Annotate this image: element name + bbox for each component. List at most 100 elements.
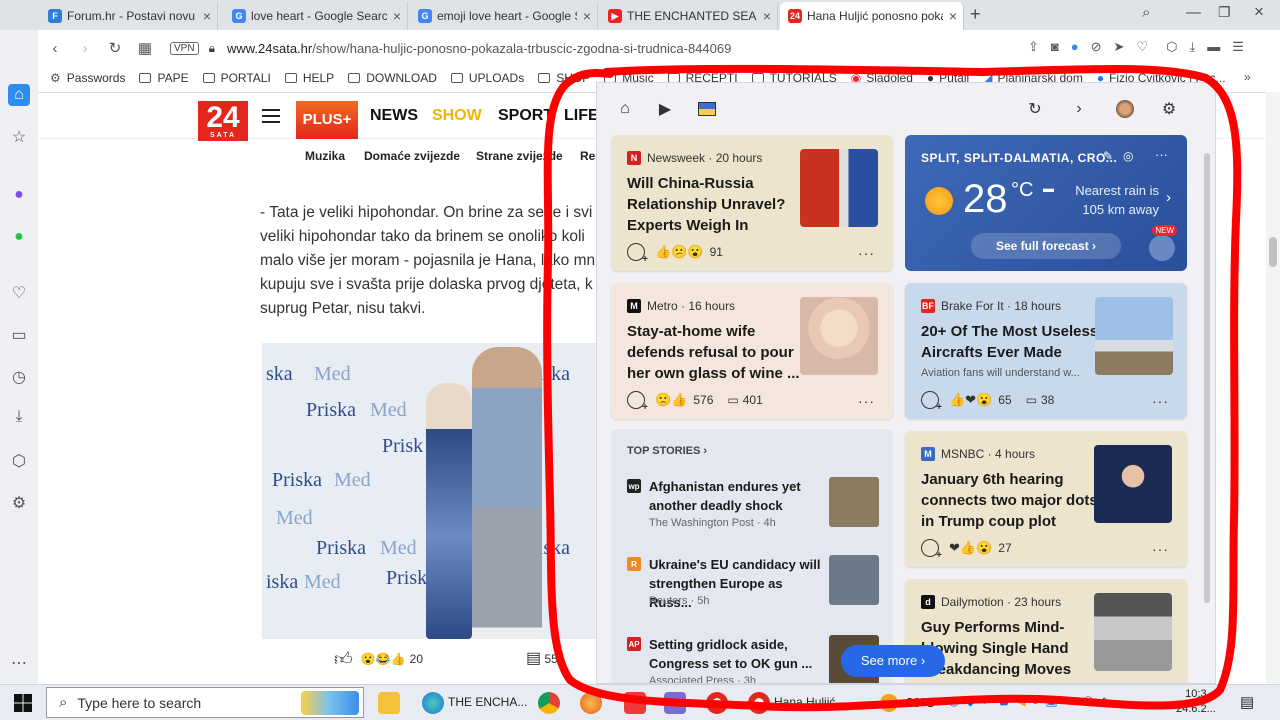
see-full-forecast-button[interactable]: See full forecast › bbox=[971, 233, 1121, 259]
chevron-right-icon[interactable]: › bbox=[1166, 189, 1171, 206]
clock[interactable]: 10:3 24.6.2... bbox=[1176, 687, 1216, 717]
subnav-muzika[interactable]: Muzika bbox=[305, 149, 345, 163]
bookmarks-icon[interactable]: ☆ bbox=[8, 126, 30, 148]
history-icon[interactable]: ◷ bbox=[8, 366, 30, 388]
vpn-badge[interactable]: VPN bbox=[170, 41, 199, 55]
camera-icon[interactable]: ◙ bbox=[1051, 39, 1059, 55]
tab-love-heart[interactable]: G love heart - Google Search × bbox=[224, 2, 408, 30]
tab-enchanted-sea[interactable]: ▶ THE ENCHANTED SEA (The × bbox=[600, 2, 778, 30]
taskbar-temperature[interactable]: 28°C bbox=[906, 695, 935, 710]
weather-sun-icon[interactable] bbox=[880, 694, 898, 712]
card-headline[interactable]: Stay-at-home wife defends refusal to pour… bbox=[627, 321, 800, 384]
tab-hana-huljic[interactable]: 24 Hana Huljić ponosno poka × bbox=[780, 2, 964, 30]
downloads-icon[interactable]: ⤓ bbox=[8, 406, 30, 428]
site-logo[interactable]: 24 SATA bbox=[198, 101, 248, 141]
bookmark-uploads[interactable]: UPLOADs bbox=[450, 71, 524, 85]
whatsapp-tray-icon[interactable]: ● bbox=[1032, 693, 1040, 709]
messenger-icon[interactable]: ● bbox=[8, 184, 30, 206]
search-tabs-icon[interactable]: ⌕ bbox=[1142, 4, 1150, 21]
send-icon[interactable]: ➤ bbox=[1114, 39, 1125, 55]
tray-icon[interactable]: ◉ bbox=[948, 693, 959, 709]
speed-dial-icon[interactable]: ▦ bbox=[130, 33, 160, 63]
wifi-icon[interactable]: ⌔ bbox=[1082, 693, 1094, 709]
hamburger-menu-icon[interactable] bbox=[262, 109, 280, 123]
panel-scrollbar-thumb[interactable] bbox=[1204, 153, 1210, 603]
heart-icon[interactable]: ♡ bbox=[8, 282, 30, 304]
whatsapp-icon[interactable]: ● bbox=[8, 226, 30, 248]
file-explorer-icon[interactable] bbox=[378, 692, 400, 714]
weather-card[interactable]: SPLIT, SPLIT-DALMATIA, CRO... ✎ ◎ ··· 28… bbox=[905, 135, 1187, 271]
network-tray-icon[interactable]: ▣ bbox=[1045, 693, 1057, 709]
volume-icon[interactable]: 🔉︎ bbox=[1100, 693, 1108, 709]
tabs-icon[interactable]: ▭ bbox=[8, 324, 30, 346]
dropbox-icon[interactable]: ◆ bbox=[965, 693, 975, 709]
card-headline[interactable]: Guy Performs Mind-blowing Single Hand Bre… bbox=[921, 617, 1071, 680]
news-card-msnbc[interactable]: M MSNBC · 4 hours January 6th hearing conn… bbox=[905, 431, 1187, 567]
plus-button[interactable]: PLUS+ bbox=[296, 101, 358, 139]
bookmarks-overflow-icon[interactable]: » bbox=[1244, 70, 1251, 84]
avatar[interactable] bbox=[1115, 99, 1135, 119]
back-icon[interactable]: ‹ bbox=[40, 33, 70, 63]
taskbar-search[interactable]: ⌕ Type here to search bbox=[46, 687, 364, 718]
download-icon[interactable]: ⤓ bbox=[1189, 39, 1195, 55]
bookmark-portali[interactable]: PORTALI bbox=[202, 71, 271, 85]
extensions-icon[interactable]: ⬡ bbox=[8, 450, 30, 472]
battery-icon[interactable]: ▬ bbox=[1207, 39, 1220, 55]
more-options-icon[interactable]: ··· bbox=[1155, 147, 1168, 162]
maximize-icon[interactable]: ❐ bbox=[1218, 4, 1231, 21]
add-reaction-icon[interactable] bbox=[627, 243, 648, 265]
bookmark-passwords[interactable]: ⚙ Passwords bbox=[50, 71, 125, 85]
close-icon[interactable]: × bbox=[583, 8, 591, 24]
forward-icon[interactable]: › bbox=[70, 33, 100, 63]
add-reaction-icon[interactable] bbox=[921, 539, 942, 561]
bookmark-pape[interactable]: PAPE bbox=[139, 71, 189, 85]
battery-tray-icon[interactable]: ▭ bbox=[1064, 693, 1076, 709]
opera-icon[interactable] bbox=[748, 692, 770, 714]
close-icon[interactable]: × bbox=[203, 8, 211, 24]
nav-show[interactable]: SHOW bbox=[432, 107, 482, 125]
vpn-tray-icon[interactable]: ◀ bbox=[1016, 693, 1026, 709]
close-icon[interactable]: × bbox=[763, 8, 771, 24]
news-card-metro[interactable]: M Metro · 16 hours Stay-at-home wife defen… bbox=[611, 283, 893, 419]
home-icon[interactable]: ⌂ bbox=[8, 84, 30, 106]
url-field[interactable]: www.24sata.hr/show/hana-huljic-ponosno-p… bbox=[227, 41, 731, 56]
more-icon[interactable]: ⋯ bbox=[8, 652, 30, 674]
card-thumbnail[interactable] bbox=[800, 297, 878, 375]
tab-emoji-love-heart[interactable]: G emoji love heart - Google S × bbox=[410, 2, 598, 30]
chevron-right-icon[interactable]: › bbox=[1069, 99, 1089, 119]
bookmark-shop[interactable]: SHOP bbox=[538, 71, 590, 85]
nav-life[interactable]: LIFE bbox=[564, 107, 599, 125]
refresh-icon[interactable]: ↻ bbox=[1025, 99, 1045, 119]
home-icon[interactable]: ⌂ bbox=[615, 99, 635, 119]
like-icon[interactable]: 👍︎ bbox=[334, 648, 353, 670]
adblock-icon[interactable]: ⊘ bbox=[1091, 39, 1102, 55]
bookmark-help[interactable]: HELP bbox=[284, 71, 334, 85]
reactions-bar[interactable]: 👍︎ 😮😂👍 20 bbox=[334, 648, 423, 670]
ukraine-flag-icon[interactable] bbox=[697, 99, 717, 119]
news-card-dailymotion[interactable]: d Dailymotion · 23 hours Guy Performs Min… bbox=[905, 579, 1187, 683]
notifications-icon[interactable]: ▤ bbox=[1240, 693, 1254, 711]
card-thumbnail[interactable] bbox=[1094, 593, 1172, 671]
comments-counter[interactable]: ▤ 55 bbox=[526, 648, 558, 668]
app-icon[interactable] bbox=[664, 692, 686, 714]
weather-mascot-icon[interactable] bbox=[1149, 235, 1175, 261]
panel-scrollbar[interactable] bbox=[1202, 143, 1212, 679]
more-options-icon[interactable]: ··· bbox=[858, 393, 875, 409]
card-headline[interactable]: Will China-Russia Relationship Unravel? Ex… bbox=[627, 173, 785, 236]
add-reaction-icon[interactable] bbox=[921, 391, 942, 413]
see-more-button[interactable]: See more › bbox=[841, 645, 945, 677]
opera-gx-icon[interactable] bbox=[706, 692, 728, 714]
shield-tray-icon[interactable]: ⬟ bbox=[998, 693, 1009, 709]
card-thumbnail[interactable] bbox=[1095, 297, 1173, 375]
subnav-strane-zvijezde[interactable]: Strane zvijezde bbox=[476, 149, 563, 163]
card-thumbnail[interactable] bbox=[1094, 445, 1172, 523]
news-card-brake-for-it[interactable]: BF Brake For It · 18 hours 20+ Of The Mos… bbox=[905, 283, 1187, 419]
windows-start-icon[interactable] bbox=[14, 694, 32, 712]
bookmark-download[interactable]: DOWNLOAD bbox=[348, 71, 437, 85]
new-tab-button[interactable]: + bbox=[970, 4, 981, 25]
card-headline[interactable]: January 6th hearing connects two major do… bbox=[921, 469, 1098, 532]
more-options-icon[interactable]: ··· bbox=[1152, 541, 1169, 557]
gear-icon[interactable]: ⚙ bbox=[1159, 99, 1179, 119]
nav-sport[interactable]: SPORT bbox=[498, 107, 553, 125]
more-options-icon[interactable]: ··· bbox=[858, 245, 875, 261]
